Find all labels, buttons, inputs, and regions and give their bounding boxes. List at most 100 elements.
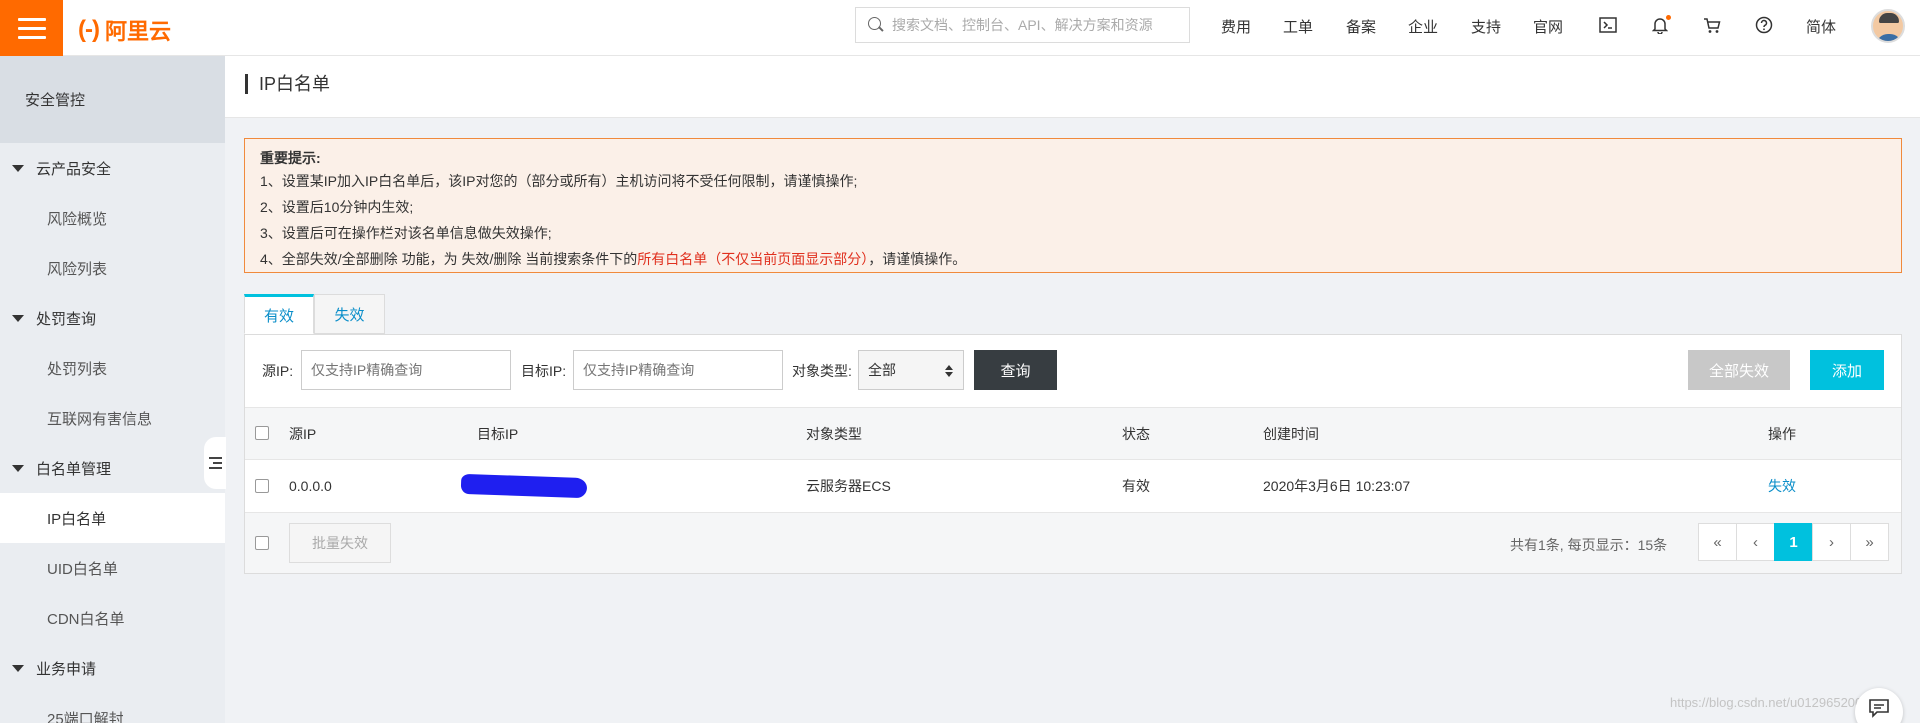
next-page-button[interactable]: › xyxy=(1812,523,1851,561)
nav-tickets[interactable]: 工单 xyxy=(1283,16,1313,37)
cell-object-type: 云服务器ECS xyxy=(806,478,891,494)
column-src-ip: 源IP xyxy=(289,425,317,442)
page-info: 共有1条, 每页显示：15条 xyxy=(1510,537,1668,553)
sidebar-group-cloud-security[interactable]: 云产品安全 xyxy=(0,143,225,193)
language-switch[interactable]: 简体 xyxy=(1806,16,1836,37)
caret-down-icon xyxy=(12,464,24,472)
column-action: 操作 xyxy=(1768,425,1796,442)
page-header: IP白名单 xyxy=(225,56,1920,118)
prev-page-button[interactable]: ‹ xyxy=(1736,523,1775,561)
sidebar-item-risk-list[interactable]: 风险列表 xyxy=(0,243,225,293)
select-all-checkbox[interactable] xyxy=(255,426,269,440)
object-type-select[interactable]: 全部 xyxy=(858,350,964,390)
column-created-time: 创建时间 xyxy=(1263,425,1319,442)
nav-support[interactable]: 支持 xyxy=(1471,16,1501,37)
notification-dot xyxy=(1666,15,1671,20)
logo[interactable]: (-) 阿里云 xyxy=(78,14,171,46)
caret-down-icon xyxy=(12,314,24,322)
top-bar: (-) 阿里云 搜索文档、控制台、API、解决方案和资源 费用 工单 备案 企业… xyxy=(0,0,1920,56)
cart-icon[interactable] xyxy=(1700,13,1724,37)
row-checkbox[interactable] xyxy=(255,479,269,493)
last-page-button[interactable]: » xyxy=(1850,523,1889,561)
nav-enterprise[interactable]: 企业 xyxy=(1408,16,1438,37)
query-button[interactable]: 查询 xyxy=(974,350,1057,390)
logo-text: 阿里云 xyxy=(104,19,171,44)
add-button[interactable]: 添加 xyxy=(1810,350,1884,390)
redaction-scribble xyxy=(460,473,588,499)
nav-fees[interactable]: 费用 xyxy=(1221,16,1251,37)
chat-icon[interactable] xyxy=(1855,688,1903,723)
notice-heading: 重要提示: xyxy=(260,150,321,166)
sidebar-group-label: 云产品安全 xyxy=(36,160,112,178)
logo-mark: (-) xyxy=(78,16,100,43)
status-tabs: 有效 失效 xyxy=(244,294,385,334)
first-page-button[interactable]: « xyxy=(1698,523,1737,561)
column-status: 状态 xyxy=(1122,425,1150,442)
menu-icon[interactable] xyxy=(0,0,63,56)
sidebar-title: 安全管控 xyxy=(0,56,225,143)
page-1-button[interactable]: 1 xyxy=(1774,523,1813,561)
sidebar-item-ip-whitelist[interactable]: IP白名单 xyxy=(0,493,225,543)
src-ip-input[interactable] xyxy=(301,350,511,390)
sidebar: 安全管控 云产品安全 风险概览 风险列表 处罚查询 处罚列表 互联网有害信息 白… xyxy=(0,56,225,723)
notice-line-2: 2、设置后10分钟内生效; xyxy=(260,199,414,215)
watermark: https://blog.csdn.net/u012965200 xyxy=(1670,695,1863,710)
avatar[interactable] xyxy=(1871,9,1905,43)
important-notice: 重要提示: 1、设置某IP加入IP白名单后，该IP对您的（部分或所有）主机访问将… xyxy=(244,138,1902,273)
sidebar-item-penalty-list[interactable]: 处罚列表 xyxy=(0,343,225,393)
caret-down-icon xyxy=(12,164,24,172)
notice-line-4-end: ，请谨慎操作。 xyxy=(868,251,967,267)
search-icon xyxy=(868,17,884,33)
sidebar-item-port25-unblock[interactable]: 25端口解封 xyxy=(0,693,225,723)
cell-created-time: 2020年3月6日 10:23:07 xyxy=(1263,478,1411,494)
pagination: « ‹ 1 › » xyxy=(1698,523,1889,561)
cell-dst-ip-redacted xyxy=(460,460,588,512)
notice-warning-text: 所有白名单（不仅当前页面显示部分） xyxy=(637,251,869,267)
caret-down-icon xyxy=(12,664,24,672)
search-placeholder: 搜索文档、控制台、API、解决方案和资源 xyxy=(892,17,1153,33)
page-title: IP白名单 xyxy=(245,74,330,94)
dst-ip-label: 目标IP: xyxy=(521,363,567,379)
batch-disable-button[interactable]: 批量失效 xyxy=(289,523,391,563)
notice-line-4: 4、全部失效/全部删除 功能，为 失效/删除 当前搜索条件下的所有白名单（不仅当… xyxy=(260,246,1886,272)
select-arrows-icon xyxy=(945,365,953,377)
search-input[interactable]: 搜索文档、控制台、API、解决方案和资源 xyxy=(855,7,1190,43)
sidebar-group-penalty-query[interactable]: 处罚查询 xyxy=(0,293,225,343)
whitelist-panel: 源IP: 目标IP: 对象类型: 全部 查询 全部失效 添加 源IP 目标IP … xyxy=(244,334,1902,574)
bell-icon[interactable] xyxy=(1648,13,1672,37)
disable-link[interactable]: 失效 xyxy=(1768,460,1796,512)
dst-ip-input[interactable] xyxy=(573,350,783,390)
sidebar-group-business-request[interactable]: 业务申请 xyxy=(0,643,225,693)
tab-invalid[interactable]: 失效 xyxy=(314,294,385,334)
sidebar-group-label: 处罚查询 xyxy=(36,310,97,328)
src-ip-label: 源IP: xyxy=(262,363,294,379)
table-header: 源IP 目标IP 对象类型 状态 创建时间 操作 xyxy=(245,407,1901,459)
notice-line-4-text: 4、全部失效/全部删除 功能，为 失效/删除 当前搜索条件下的 xyxy=(260,251,638,267)
sidebar-item-uid-whitelist[interactable]: UID白名单 xyxy=(0,543,225,593)
cell-status: 有效 xyxy=(1122,478,1150,494)
sidebar-item-cdn-whitelist[interactable]: CDN白名单 xyxy=(0,593,225,643)
notice-line-3: 3、设置后可在操作栏对该名单信息做失效操作; xyxy=(260,225,552,241)
footer-select-all-checkbox[interactable] xyxy=(255,536,269,550)
sidebar-group-label: 业务申请 xyxy=(36,660,97,678)
sidebar-collapse-icon[interactable] xyxy=(204,437,226,489)
cell-src-ip: 0.0.0.0 xyxy=(289,478,332,494)
notice-line-1: 1、设置某IP加入IP白名单后，该IP对您的（部分或所有）主机访问将不受任何限制… xyxy=(260,173,858,189)
filter-bar: 源IP: 目标IP: 对象类型: 全部 查询 全部失效 添加 xyxy=(245,335,1901,407)
object-type-label: 对象类型: xyxy=(792,363,852,379)
disable-all-button[interactable]: 全部失效 xyxy=(1688,350,1790,390)
nav-filing[interactable]: 备案 xyxy=(1346,16,1376,37)
terminal-icon[interactable] xyxy=(1596,13,1620,37)
table-row: 0.0.0.0 云服务器ECS 有效 2020年3月6日 10:23:07 失效 xyxy=(245,459,1901,513)
sidebar-item-harmful-info[interactable]: 互联网有害信息 xyxy=(0,393,225,443)
sidebar-item-risk-overview[interactable]: 风险概览 xyxy=(0,193,225,243)
tab-valid[interactable]: 有效 xyxy=(244,294,314,334)
column-object-type: 对象类型 xyxy=(806,425,862,442)
object-type-value: 全部 xyxy=(868,362,896,378)
help-icon[interactable] xyxy=(1752,13,1776,37)
nav-official-site[interactable]: 官网 xyxy=(1533,16,1563,37)
sidebar-group-whitelist[interactable]: 白名单管理 xyxy=(0,443,225,493)
table-footer: 批量失效 共有1条, 每页显示：15条 « ‹ 1 › » xyxy=(245,513,1901,573)
sidebar-group-label: 白名单管理 xyxy=(36,460,112,478)
column-dst-ip: 目标IP xyxy=(477,425,519,442)
